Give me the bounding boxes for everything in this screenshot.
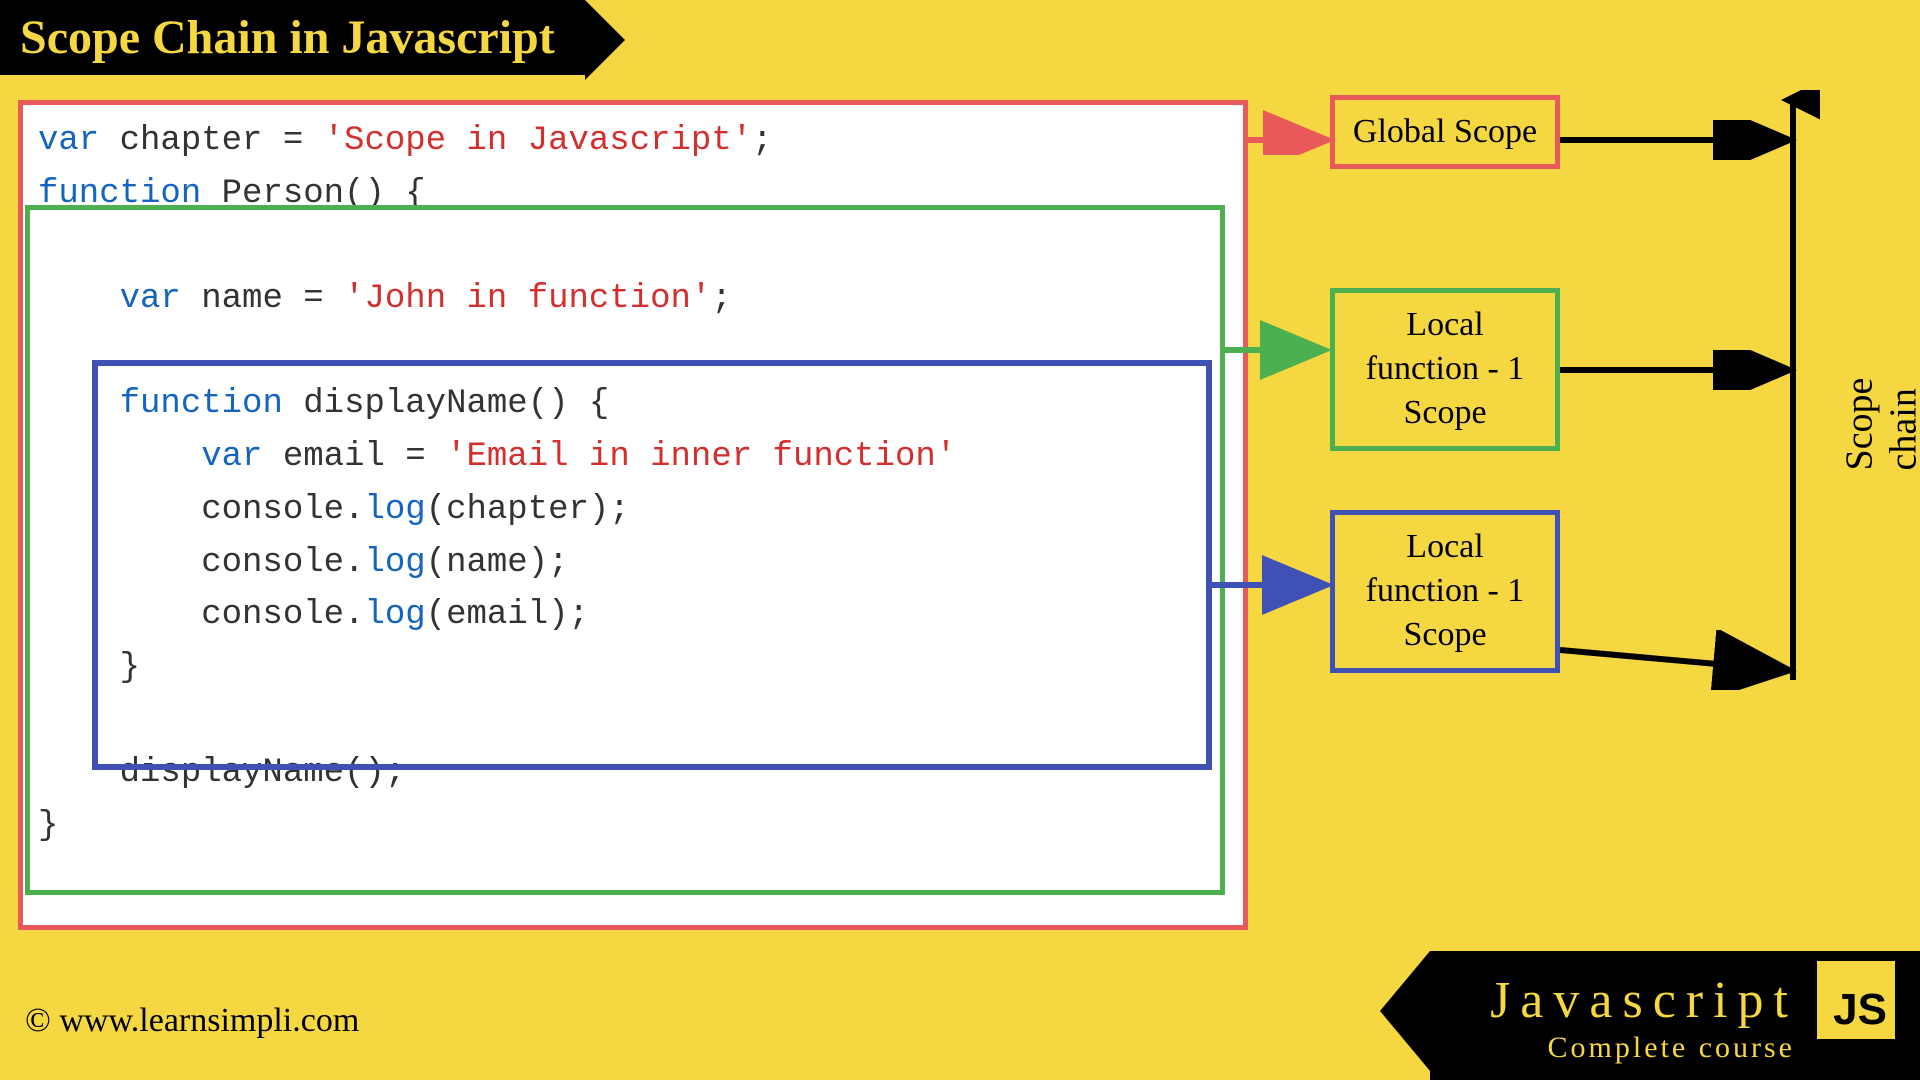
footer-subtitle: Complete course (1490, 1031, 1795, 1065)
arrow-global-to-chain (1560, 120, 1810, 160)
code-line-8: console.log(chapter); (38, 484, 1228, 537)
code-line-10: console.log(email); (38, 589, 1228, 642)
scope-chain-label: Scope chain (1837, 378, 1920, 471)
code-line-13: displayName(); (38, 747, 1228, 800)
arrow-red (1248, 95, 1338, 155)
scope-box-local-1: Local function - 1 Scope (1330, 288, 1560, 451)
code-line-7: var email = 'Email in inner function' (38, 431, 1228, 484)
scope-box-local-2: Local function - 1 Scope (1330, 510, 1560, 673)
page-title: Scope Chain in Javascript (20, 11, 555, 64)
js-logo-icon: JS (1817, 961, 1895, 1039)
code-line-1: var chapter = 'Scope in Javascript'; (38, 115, 1228, 168)
scope-chain-bracket (1790, 120, 1796, 680)
arrow-blue (1212, 555, 1337, 615)
code-line-blank (38, 220, 1228, 273)
arrow-local2-to-chain (1560, 630, 1810, 690)
copyright-text: © www.learnsimpli.com (25, 1002, 359, 1040)
code-line-4: var name = 'John in function'; (38, 273, 1228, 326)
title-banner: Scope Chain in Javascript (0, 0, 585, 75)
arrow-local1-to-chain (1560, 350, 1810, 390)
code-line-blank (38, 695, 1228, 748)
code-line-2: function Person() { (38, 168, 1228, 221)
footer-banner: Javascript JS Complete course (1430, 951, 1920, 1080)
footer-title: Javascript (1490, 971, 1798, 1030)
code-block-global-scope: var chapter = 'Scope in Javascript'; fun… (18, 100, 1248, 930)
code-line-9: console.log(name); (38, 537, 1228, 590)
arrow-green (1225, 320, 1335, 380)
code-line-14: } (38, 800, 1228, 853)
code-line-11: } (38, 642, 1228, 695)
code-line-6: function displayName() { (38, 378, 1228, 431)
code-line-blank (38, 326, 1228, 379)
scope-box-global: Global Scope (1330, 95, 1560, 169)
